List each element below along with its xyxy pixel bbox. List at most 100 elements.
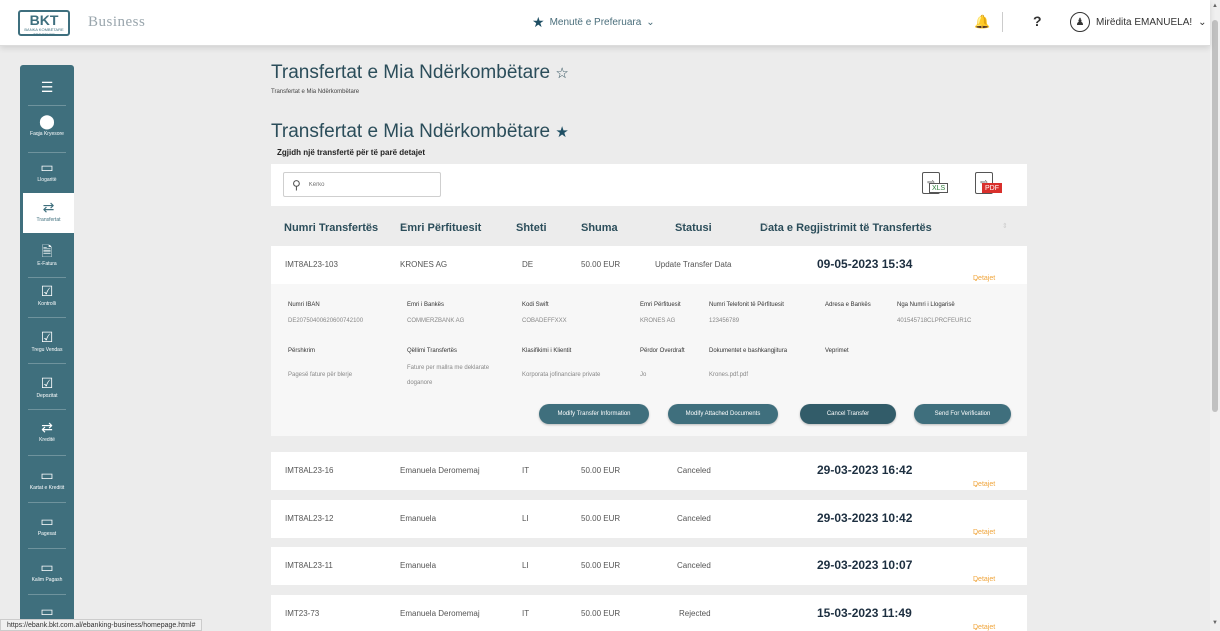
user-menu[interactable]: ♟ Mirëdita EMANUELA! ⌄ (1070, 12, 1207, 32)
deposit-icon: ☑ (40, 375, 54, 391)
header-label: Data e Regjistrimit të Transfertës (760, 222, 932, 234)
sidebar-item-currency-market[interactable]: ☑ Tregu Vendas (20, 329, 74, 359)
transfer-id: IMT8AL23-16 (285, 466, 334, 475)
purpose-value: Fature per mallra me deklarate (407, 365, 490, 371)
attachment-link[interactable]: Krones.pdf.pdf (709, 372, 748, 378)
transfer-id: IMT8AL23-11 (285, 561, 333, 570)
amount: 50.00 EUR (581, 466, 621, 475)
sidebar-item-home[interactable]: ⬤ Faqja Kryesore (20, 113, 74, 147)
modify-transfer-information-button[interactable]: Modify Transfer Information (539, 404, 649, 424)
star-filled-icon[interactable]: ★ (555, 124, 568, 141)
logo-subtext: BANKA KOMBËTARE TREGTARE (24, 27, 64, 37)
search-box[interactable]: ⚲ (283, 172, 441, 197)
market-icon: ☑ (40, 329, 54, 345)
sidebar-item-label: Kartat e Kreditit (29, 485, 65, 491)
swift-label: Kodi Swift (522, 302, 549, 308)
sidebar-item-loans[interactable]: ⇄ Kreditë (20, 419, 74, 449)
sidebar-item-label: Faqja Kryesore (30, 131, 64, 137)
page-scrollbar[interactable]: ▲ ▼ (1210, 0, 1220, 631)
help-button[interactable]: ? (1033, 13, 1042, 29)
sort-icon: ⇕ (679, 223, 685, 230)
table-row[interactable]: IMT8AL23-11 Emanuela LI 50.00 EUR Cancel… (271, 547, 1027, 585)
country-code: LI (522, 514, 529, 523)
export-xls-button[interactable]: ⇨ XLS (919, 172, 953, 198)
accounts-icon: ▭ (40, 159, 54, 175)
scrollbar-thumb[interactable] (1212, 20, 1218, 412)
export-pdf-button[interactable]: ⇨ PDF (972, 172, 1006, 198)
sidebar-item-salary[interactable]: ▭ Kalim Pagash (20, 559, 74, 589)
status-text: Rejected (679, 609, 711, 618)
divider (28, 455, 66, 456)
table-row[interactable]: IMT8AL23-103 KRONES AG DE 50.00 EUR Upda… (271, 246, 1027, 284)
bank-logo[interactable]: BKT BANKA KOMBËTARE TREGTARE (18, 10, 70, 37)
phone-value: 123456789 (709, 318, 740, 324)
sidebar-item-credit-cards[interactable]: ▭ Kartat e Kreditit (20, 467, 74, 497)
table-row[interactable]: IMT23-73 Emanuela Deromemaj IT 50.00 EUR… (271, 595, 1027, 631)
page-title: Transfertat e Mia Ndërkombëtare ☆ (271, 62, 569, 84)
table-row[interactable]: IMT8AL23-12 Emanuela LI 50.00 EUR Cancel… (271, 500, 1027, 538)
divider (28, 363, 66, 364)
star-outline-icon[interactable]: ☆ (555, 65, 568, 82)
modify-attached-documents-button[interactable]: Modify Attached Documents (668, 404, 778, 424)
registration-date: 15-03-2023 11:49 (817, 606, 912, 620)
sidebar-item-e-invoice[interactable]: 🗎 E-Fatura (20, 243, 74, 273)
transfers-icon: ⇄ (42, 199, 55, 215)
scroll-up-icon[interactable]: ▲ (1212, 3, 1218, 9)
favorites-menu[interactable]: ★ Menutë e Preferuara ⌄ (532, 14, 655, 31)
breadcrumb[interactable]: Transfertat e Mia Ndërkombëtare (271, 89, 359, 95)
status-text: Update Transfer Data (655, 260, 732, 269)
invoice-icon: 🗎 (41, 243, 53, 259)
attachments-label: Dokumentet e bashkangjitura (709, 348, 788, 354)
bank-address-label: Adresa e Bankës (825, 302, 871, 308)
pdf-tag: PDF (982, 183, 1002, 193)
avatar-icon: ♟ (1070, 12, 1090, 32)
description-label: Përshkrim (288, 348, 316, 354)
scroll-down-icon[interactable]: ▼ (1212, 620, 1218, 626)
card-icon: ▭ (40, 467, 54, 483)
chevron-down-icon: ⌄ (973, 276, 979, 283)
more-icon: ▭ (40, 603, 54, 619)
hamburger-icon: ☰ (40, 79, 54, 95)
sidebar-item-accounts[interactable]: ▭ Llogaritë (20, 159, 74, 185)
transfer-id: IMT8AL23-103 (285, 260, 338, 269)
from-account-label: Nga Numri i Llogarisë (897, 302, 955, 308)
home-icon: ⬤ (39, 113, 55, 129)
table-row[interactable]: IMT8AL23-16 Emanuela Deromemaj IT 50.00 … (271, 452, 1027, 490)
sidebar-item-label: Depozitat (36, 393, 58, 399)
amount: 50.00 EUR (581, 260, 621, 269)
registration-date: 29-03-2023 10:42 (817, 511, 913, 525)
sidebar-item-transfers[interactable]: ⇄ Transfertat (20, 193, 74, 233)
status-bar-url: https://ebank.bkt.com.al/ebanking-busine… (0, 619, 203, 631)
sidebar-item-deposits[interactable]: ☑ Depozitat (20, 375, 74, 405)
loans-icon: ⇄ (41, 419, 53, 435)
registration-date: 29-03-2023 16:42 (817, 463, 913, 477)
amount: 50.00 EUR (581, 609, 621, 618)
cancel-transfer-button[interactable]: Cancel Transfer (800, 404, 896, 424)
sort-icon: ⇕ (764, 223, 770, 230)
divider (28, 105, 66, 106)
sort-icon: ⇕ (520, 223, 526, 230)
sidebar-item-label: Transfertat (36, 217, 61, 223)
chevron-down-icon: ⌄ (973, 577, 979, 584)
chevron-down-icon: ⌄ (973, 530, 979, 537)
amount: 50.00 EUR (581, 514, 621, 523)
menu-toggle-button[interactable]: ☰ (20, 79, 74, 101)
swift-value: COBADEFFXXX (522, 318, 567, 324)
table-header: Numri Transfertës Emri Përfituesit ⇕ Shte… (271, 222, 1027, 242)
sidebar-item-label: Kreditë (39, 437, 55, 443)
country-code: IT (522, 466, 530, 475)
send-for-verification-button[interactable]: Send For Verification (914, 404, 1011, 424)
search-input[interactable] (308, 181, 419, 188)
sidebar-item-control[interactable]: ☑ Kontrolli (20, 283, 74, 313)
status-text: Canceled (677, 514, 711, 523)
beneficiary-value: KRONES AG (640, 318, 676, 324)
client-class-value: Korporata jofinanciare private (522, 372, 601, 378)
sidebar-item-payments[interactable]: ▭ Pagesat (20, 513, 74, 543)
top-bar: BKT BANKA KOMBËTARE TREGTARE Business ★ … (0, 0, 1210, 46)
beneficiary-name: Emanuela (400, 561, 437, 570)
favorites-menu-label: Menutë e Preferuara (549, 17, 642, 28)
overdraft-value: Jo (640, 372, 647, 378)
bell-icon[interactable]: 🔔 (974, 14, 990, 30)
user-greeting: Mirëdita EMANUELA! (1096, 16, 1193, 28)
overdraft-label: Përdor Overdraft (640, 348, 685, 354)
